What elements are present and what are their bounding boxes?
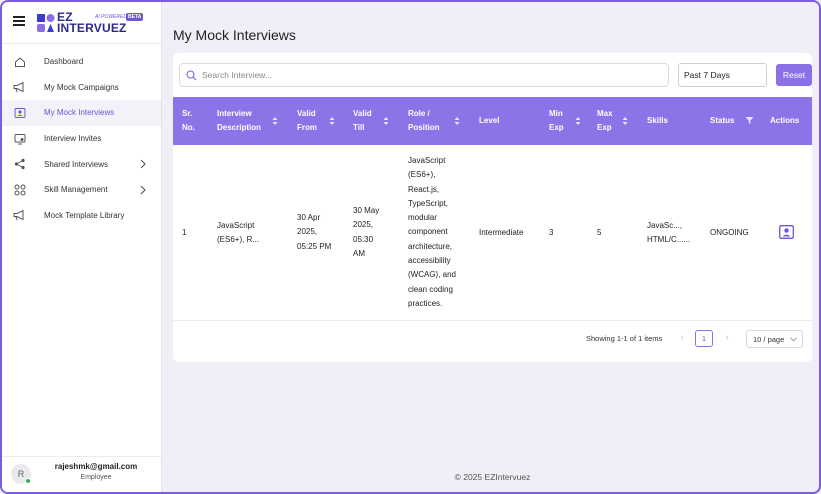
col-level: Level <box>479 116 500 125</box>
user-profile[interactable]: R rajeshmk@gmail.com Employee <box>2 456 161 492</box>
sort-icon[interactable] <box>622 116 628 126</box>
app-logo[interactable]: EZ INTERVUEZ AI POWERED BETA <box>37 11 147 36</box>
sort-icon[interactable] <box>454 116 460 126</box>
sidebar-item-label: Skill Management <box>44 185 108 195</box>
sidebar-item-dashboard[interactable]: Dashboard <box>2 49 161 75</box>
cell-status: ONGOING <box>710 228 749 237</box>
user-role: Employee <box>80 474 112 481</box>
user-email: rajeshmk@gmail.com <box>54 462 138 471</box>
table-header: Sr. No. Interview Description Valid From Va… <box>173 97 812 145</box>
chevron-down-icon <box>790 337 797 342</box>
filter-icon[interactable] <box>745 116 754 125</box>
chevron-right-icon[interactable] <box>139 159 147 169</box>
search-box[interactable] <box>179 63 669 87</box>
cell-role-position: JavaScript (ES6+), React.js, TypeScript,… <box>408 156 457 308</box>
pagination: Showing 1-1 of 1 items ‹ 1 › 10 / page <box>173 321 812 362</box>
page-size-select[interactable]: 10 / page <box>746 330 803 348</box>
col-max-exp[interactable]: Max Exp <box>597 97 613 145</box>
search-icon <box>186 70 197 81</box>
pagination-summary: Showing 1-1 of 1 items <box>586 334 663 343</box>
monitor-user-icon <box>13 132 26 145</box>
sort-icon[interactable] <box>575 116 581 126</box>
col-role-position[interactable]: Role / Position <box>408 97 440 145</box>
sidebar-item-label: Mock Template Library <box>44 210 125 220</box>
sidebar-item-label: Dashboard <box>44 57 84 67</box>
cell-skills[interactable]: JavaSc..., HTML/C...... <box>647 219 690 248</box>
col-sr-no: Sr. No. <box>182 109 195 132</box>
sidebar-item-label: My Mock Interviews <box>44 108 115 118</box>
cell-level: Intermediate <box>479 228 524 237</box>
cell-valid-from: 30 Apr 2025, 05:25 PM <box>297 213 332 251</box>
sidebar-item-skill-management[interactable]: Skill Management <box>2 177 161 203</box>
table-row[interactable]: 1 JavaScript (ES6+), R... 30 Apr 2025, 0… <box>173 145 812 321</box>
cell-max-exp: 5 <box>597 228 602 237</box>
sidebar-header: EZ INTERVUEZ AI POWERED BETA <box>2 2 161 44</box>
sidebar-item-label: My Mock Campaigns <box>44 82 119 92</box>
cell-description[interactable]: JavaScript (ES6+), R... <box>217 219 259 248</box>
logo-shapes-icon <box>37 14 55 32</box>
home-icon <box>13 55 26 68</box>
user-card-icon <box>13 106 26 119</box>
sort-icon[interactable] <box>383 116 389 126</box>
share-icon <box>13 158 26 171</box>
sidebar-item-shared-interviews[interactable]: Shared Interviews <box>2 151 161 177</box>
col-valid-till[interactable]: Valid Till <box>353 97 372 145</box>
megaphone-icon <box>13 209 26 222</box>
sort-icon[interactable] <box>272 116 278 126</box>
period-select[interactable]: Past 7 Days <box>678 63 767 87</box>
footer: © 2025 EZIntervuez <box>454 472 531 482</box>
cell-sr-no: 1 <box>182 228 187 237</box>
sidebar-item-mock-campaigns[interactable]: My Mock Campaigns <box>2 75 161 101</box>
col-interview-description[interactable]: Interview Description <box>217 97 261 145</box>
chevron-right-icon[interactable] <box>139 185 147 195</box>
page-number-button[interactable]: 1 <box>695 330 713 347</box>
megaphone-icon <box>13 81 26 94</box>
col-valid-from[interactable]: Valid From <box>297 97 317 145</box>
next-page-icon[interactable]: › <box>722 332 732 346</box>
col-skills: Skills <box>647 116 668 125</box>
reset-button[interactable]: Reset <box>776 64 812 86</box>
page-title: My Mock Interviews <box>173 27 296 43</box>
page-size-value: 10 / page <box>753 335 785 344</box>
logo-line2: INTERVUEZ <box>57 21 127 35</box>
cell-valid-till: 30 May 2025, 05:30 AM <box>353 206 380 258</box>
col-actions: Actions <box>770 116 800 125</box>
sidebar-nav: Dashboard My Mock Campaigns My Mock Inte… <box>2 49 161 228</box>
search-input[interactable] <box>202 66 662 84</box>
col-min-exp[interactable]: Min Exp <box>549 97 564 145</box>
skills-icon <box>13 183 26 196</box>
logo-ai-tag: AI POWERED <box>95 14 127 20</box>
sidebar: EZ INTERVUEZ AI POWERED BETA Dashboard M… <box>2 2 162 492</box>
col-status: Status <box>710 116 735 125</box>
app-window: EZ INTERVUEZ AI POWERED BETA Dashboard M… <box>0 0 821 494</box>
sidebar-item-label: Interview Invites <box>44 134 102 144</box>
cell-min-exp: 3 <box>549 228 554 237</box>
sidebar-item-mock-interviews[interactable]: My Mock Interviews <box>2 100 161 126</box>
view-candidate-icon[interactable] <box>779 225 794 239</box>
prev-page-icon[interactable]: ‹ <box>677 332 687 346</box>
hamburger-menu-icon[interactable] <box>13 16 25 26</box>
sort-icon[interactable] <box>329 116 335 126</box>
beta-badge: BETA <box>126 13 144 21</box>
interviews-card: Past 7 Days Reset Sr.No. InterviewDescri… <box>173 53 812 362</box>
sidebar-item-mock-template-library[interactable]: Mock Template Library <box>2 203 161 229</box>
sidebar-item-label: Shared Interviews <box>44 159 109 169</box>
online-status-dot <box>25 478 31 484</box>
sidebar-item-interview-invites[interactable]: Interview Invites <box>2 126 161 152</box>
